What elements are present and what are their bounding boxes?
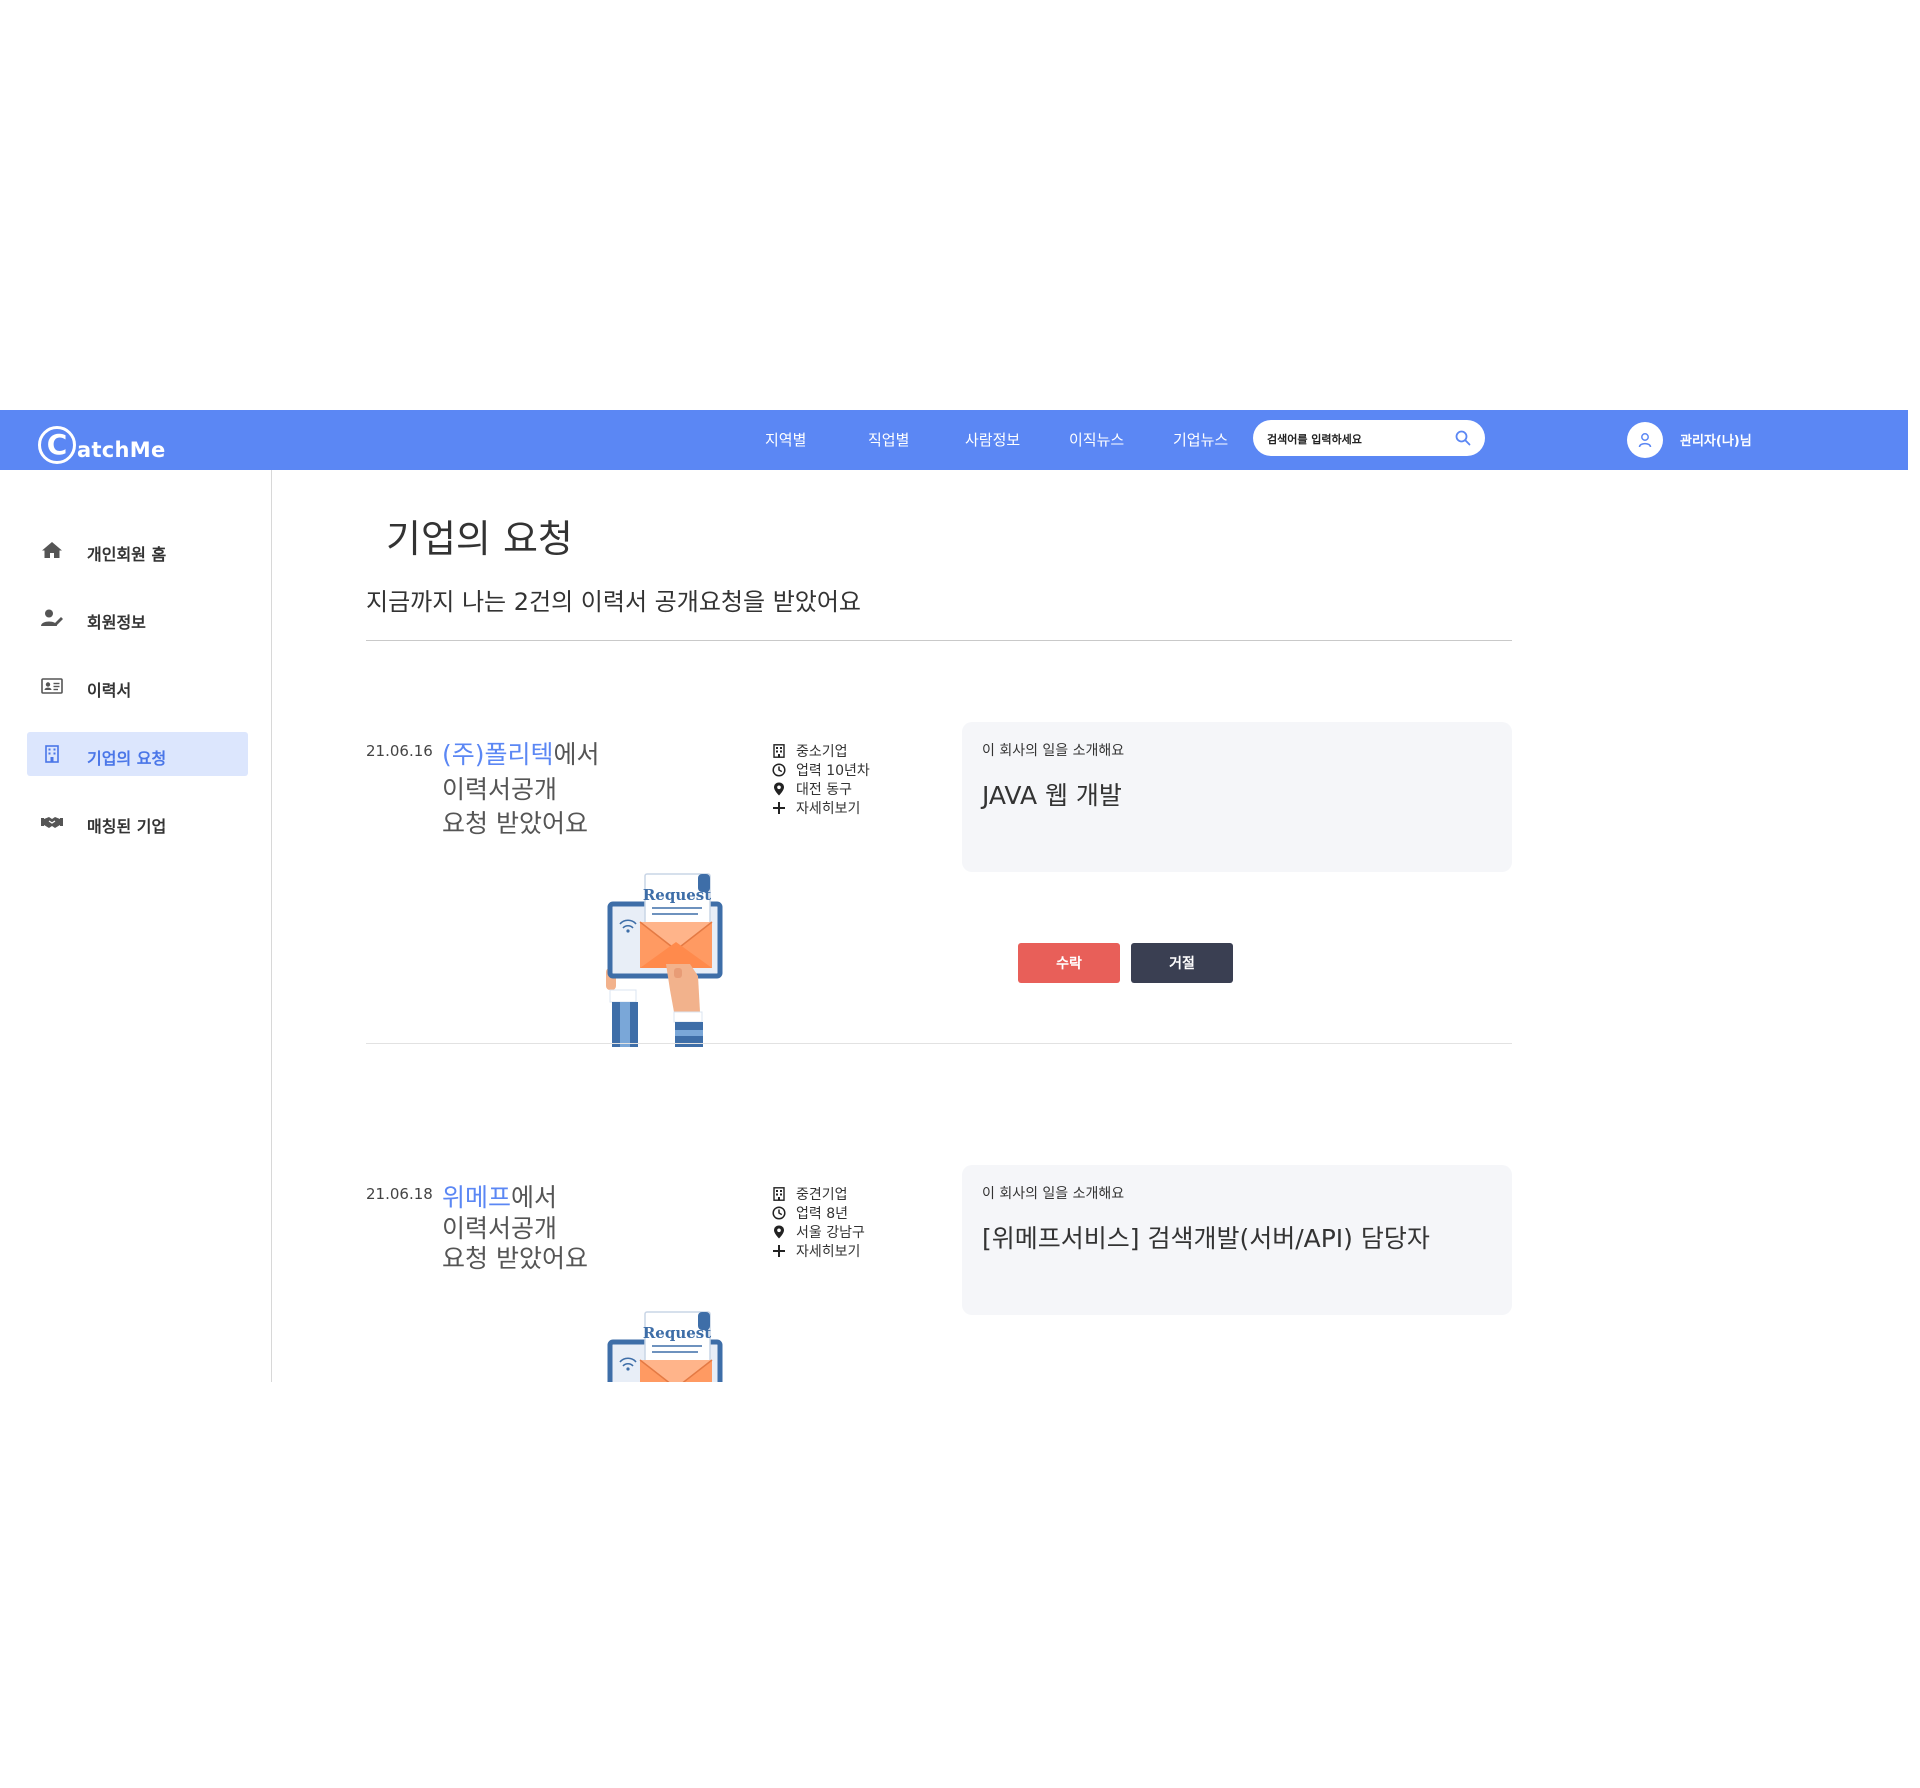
catchme-logo[interactable]: C atchMe [38,418,166,464]
request-illustration: Request [606,873,723,1047]
request-line-1: (주)폴리텍에서 [442,735,600,771]
map-pin-icon [774,1225,784,1239]
nav-region[interactable]: 지역별 [765,429,806,450]
illus-right-sleeve-stripe [675,1030,703,1036]
company-history-text: 업력 10년차 [796,763,870,779]
job-intro-title: JAVA 웹 개발 [982,781,1122,810]
accept-button[interactable]: 수락 [1018,943,1120,983]
building-icon [45,745,59,763]
logo-mark: C [38,426,76,464]
sidebar-item-resume[interactable]: 이력서 [27,664,248,708]
id-card-icon [41,678,63,694]
sidebar-item-label: 기업의 요청 [87,749,167,768]
map-pin-icon [774,782,784,796]
job-intro-title: [위메프서비스] 검색개발(서버/API) 담당자 [982,1224,1430,1253]
search-icon[interactable] [1455,430,1471,446]
building-icon [773,1187,785,1201]
request-illustration: Request [607,1311,723,1382]
illus-tab [698,1312,710,1330]
user-icon [1638,433,1652,448]
page-title: 기업의 요청 [386,517,573,561]
company-location-text: 대전 동구 [796,782,852,798]
user-name[interactable]: 관리자(나)님 [1680,430,1752,449]
handshake-icon [41,817,63,828]
reject-button[interactable]: 거절 [1131,943,1233,983]
company-location: 서울 강남구 [772,1222,865,1242]
company-history: 업력 8년 [772,1203,848,1223]
illus-left-cuff [609,989,637,1003]
company-type-text: 중견기업 [796,1187,848,1203]
illus-tab [698,874,710,892]
company-type-text: 중소기업 [796,744,848,760]
request-divider [366,1043,1512,1044]
job-intro-card: 이 회사의 일을 소개해요 JAVA 웹 개발 [962,722,1512,872]
request-illustration-clip: Request [590,1310,750,1382]
sidebar-item-home[interactable]: 개인회원 홈 [27,528,248,572]
request-line-1-suffix: 에서 [511,1183,558,1212]
nav-company-news[interactable]: 기업뉴스 [1173,429,1228,450]
plus-icon [773,802,785,814]
title-divider [366,640,1512,641]
building-icon [773,744,785,758]
sidebar-item-label: 회원정보 [87,613,146,632]
user-edit-icon [41,609,63,626]
nav-job[interactable]: 직업별 [868,429,909,450]
illus-right-cuff [673,1011,703,1023]
request-line-3: 요청 받았어요 [442,809,588,838]
sidebar-item-label: 이력서 [87,681,132,700]
company-location-text: 서울 강남구 [796,1225,865,1241]
request-line-2: 이력서공개 [442,775,558,804]
company-history: 업력 10년차 [772,760,870,780]
sidebar-item-company-requests[interactable]: 기업의 요청 [27,732,248,776]
company-details-link[interactable]: 자세히보기 [772,798,860,818]
job-intro-label: 이 회사의 일을 소개해요 [982,1186,1125,1202]
job-intro-label: 이 회사의 일을 소개해요 [982,743,1125,759]
company-type: 중견기업 [772,1184,848,1204]
nav-people[interactable]: 사람정보 [965,429,1020,450]
company-name[interactable]: 위메프 [442,1183,511,1212]
illus-wifi-dot [626,929,630,933]
job-intro-card: 이 회사의 일을 소개해요 [위메프서비스] 검색개발(서버/API) 담당자 [962,1165,1512,1315]
user-avatar[interactable] [1627,422,1663,458]
clock-icon [772,1206,786,1220]
top-navbar: C atchMe 지역별 직업별 사람정보 이직뉴스 기업뉴스 관리자(나)님 [0,410,1908,470]
sidebar-item-label: 매칭된 기업 [87,817,167,836]
company-type: 중소기업 [772,741,848,761]
illus-finger [674,968,682,978]
sidebar-item-label: 개인회원 홈 [87,545,167,564]
request-date: 21.06.16 [366,742,433,760]
home-icon [42,542,62,558]
company-history-text: 업력 8년 [796,1206,848,1222]
details-link-text: 자세히보기 [796,1244,861,1260]
clock-icon [772,763,786,777]
sidebar-divider [271,470,272,1382]
search-input[interactable] [1265,429,1449,449]
sidebar-item-matched-companies[interactable]: 매칭된 기업 [27,800,248,844]
request-line-3: 요청 받았어요 [442,1244,588,1273]
plus-icon [773,1245,785,1257]
illus-wifi-dot [626,1367,630,1371]
illus-left-sleeve-stripe [620,1002,630,1047]
company-name[interactable]: (주)폴리텍 [442,740,554,769]
details-link-text: 자세히보기 [796,801,861,817]
request-date: 21.06.18 [366,1185,433,1203]
page-subtitle: 지금까지 나는 2건의 이력서 공개요청을 받았어요 [366,588,862,616]
sidebar-item-member-info[interactable]: 회원정보 [27,596,248,640]
company-details-link[interactable]: 자세히보기 [772,1241,860,1261]
logo-text: atchMe [77,438,166,462]
request-line-1-suffix: 에서 [553,740,600,769]
search-bar [1253,420,1485,456]
company-location: 대전 동구 [772,779,852,799]
nav-job-change-news[interactable]: 이직뉴스 [1069,429,1124,450]
